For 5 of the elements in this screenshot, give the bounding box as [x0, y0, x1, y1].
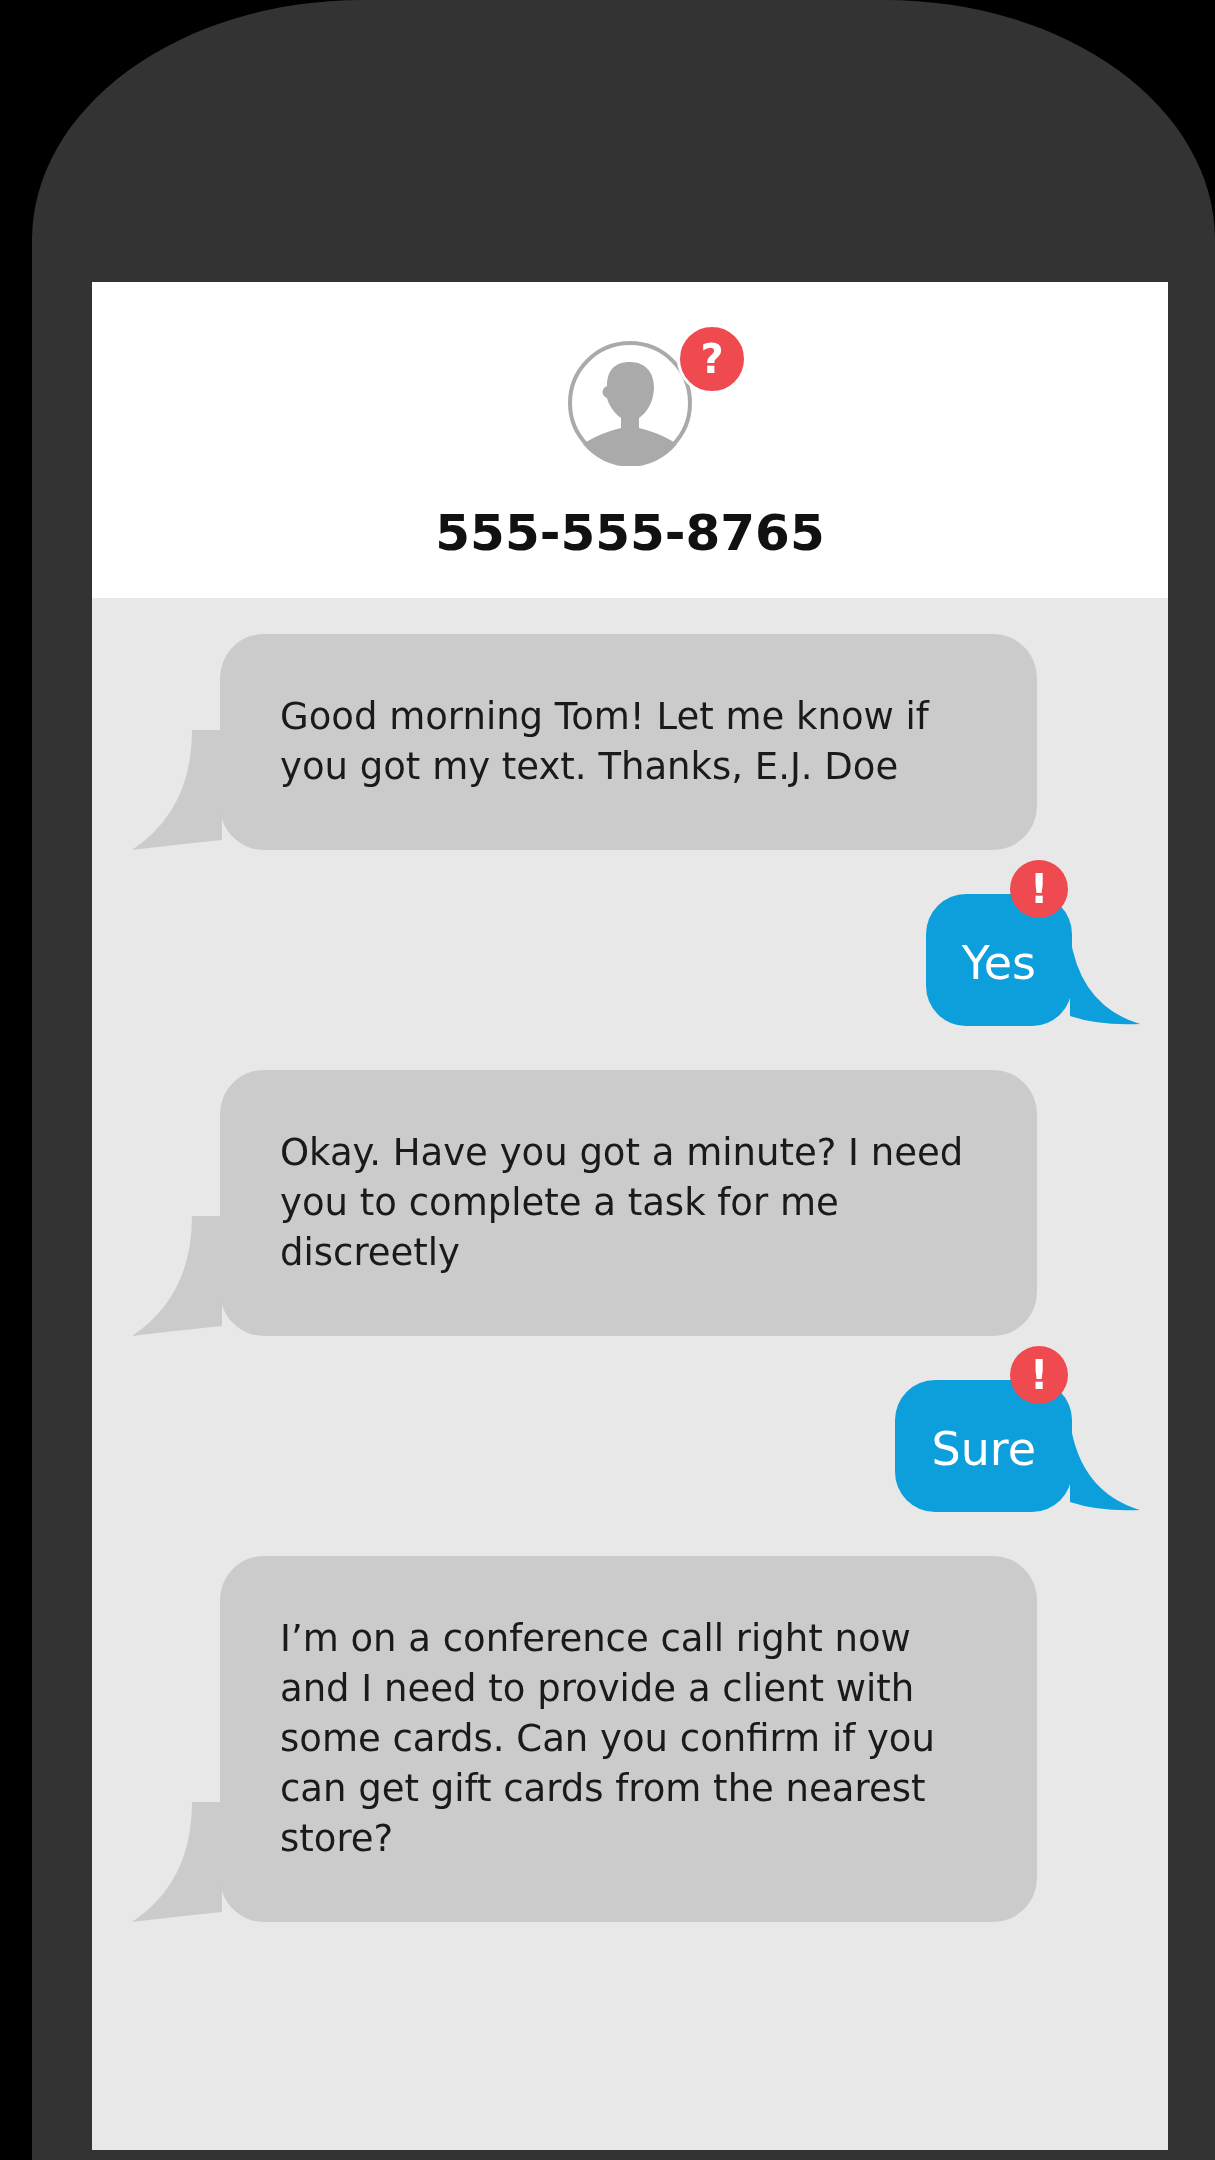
- avatar-icon: [567, 340, 693, 466]
- phone-number: 555-555-8765: [435, 503, 825, 564]
- message-bubble: I’m on a conference call right now and I need to provide a client with some cards. Can you confirm if you can get gift cards from the nearest store?: [220, 1556, 1037, 1922]
- unknown-badge: ?: [677, 324, 747, 394]
- message-bubble: Okay. Have you got a minute? I need you to complete a task for me discreetly: [220, 1070, 1037, 1336]
